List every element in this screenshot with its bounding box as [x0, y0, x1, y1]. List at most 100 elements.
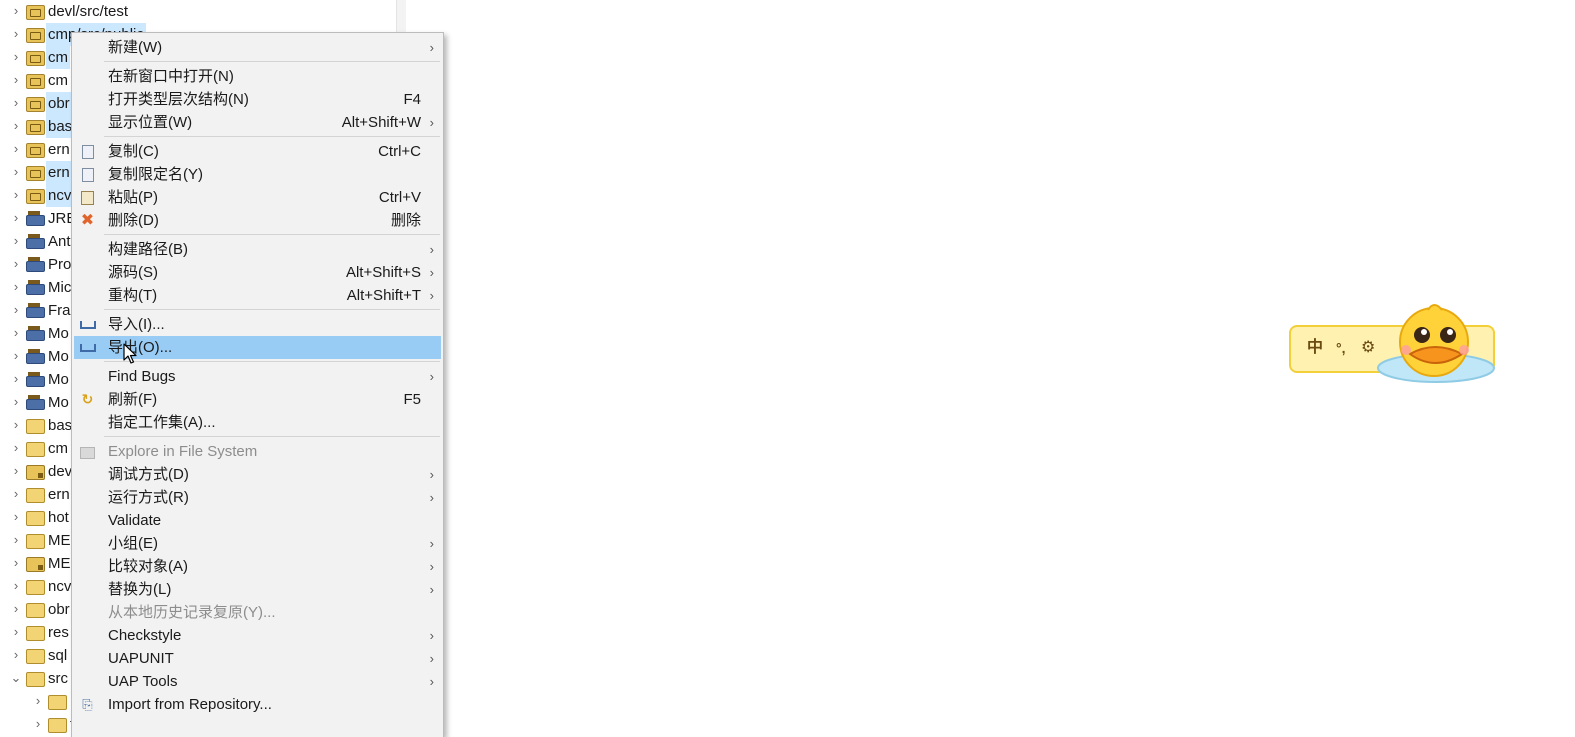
menu-item-label: 从本地历史记录复原(Y)... [108, 604, 276, 621]
tree-expand-icon[interactable]: › [10, 184, 22, 207]
tree-expand-icon[interactable]: › [10, 414, 22, 437]
menu-item-shortcut: F4 [403, 91, 421, 108]
menu-item-a[interactable]: 比较对象(A) › [74, 555, 441, 578]
menu-item-i[interactable]: 导入(I)... [74, 313, 441, 336]
tree-expand-icon[interactable]: › [32, 690, 44, 713]
menu-item-import-from-repository[interactable]: ⎘ Import from Repository... [74, 693, 441, 716]
menu-item-validate[interactable]: Validate [74, 509, 441, 532]
tree-expand-icon[interactable]: › [10, 322, 22, 345]
tree-expand-icon[interactable]: › [10, 391, 22, 414]
package-folder-icon [26, 465, 45, 480]
menu-item-checkstyle[interactable]: Checkstyle › [74, 624, 441, 647]
tree-item-label: Ant [48, 233, 71, 250]
tree-collapse-icon[interactable]: ⌄ [10, 667, 22, 690]
tree-expand-icon[interactable]: › [10, 161, 22, 184]
tree-expand-icon[interactable]: › [10, 138, 22, 161]
folder-icon [26, 626, 45, 641]
menu-item-p[interactable]: 粘贴(P) Ctrl+V [74, 186, 441, 209]
tree-expand-icon[interactable]: › [10, 230, 22, 253]
menu-item-label: 打开类型层次结构(N) [108, 91, 249, 108]
copy-icon [79, 166, 94, 182]
menu-item-label: 刷新(F) [108, 391, 158, 408]
tree-expand-icon[interactable]: › [10, 0, 22, 23]
ime-settings-icon[interactable]: ⚙ [1361, 337, 1375, 359]
tree-expand-icon[interactable]: › [10, 115, 22, 138]
menu-item-label: 复制(C) [108, 143, 159, 160]
tree-item-label: Mic [48, 279, 72, 296]
tree-expand-icon[interactable]: › [10, 575, 22, 598]
menu-item-r[interactable]: 运行方式(R) › [74, 486, 441, 509]
source-folder-icon [26, 97, 45, 112]
menu-item-n[interactable]: 在新窗口中打开(N) [74, 65, 441, 88]
menu-item-label: 新建(W) [108, 39, 163, 56]
tree-expand-icon[interactable]: › [10, 23, 22, 46]
submenu-arrow-icon: › [429, 265, 434, 280]
tree-item-label: Mo [48, 394, 69, 411]
ime-punctuation-toggle[interactable]: °, [1336, 337, 1346, 359]
ime-duck-mascot-icon[interactable] [1376, 302, 1498, 388]
menu-item-w[interactable]: 显示位置(W) Alt+Shift+W › [74, 111, 441, 134]
tree-item[interactable]: › devl/src/test [0, 0, 396, 23]
tree-expand-icon[interactable]: › [10, 552, 22, 575]
tree-expand-icon[interactable]: › [10, 276, 22, 299]
menu-item-w[interactable]: 新建(W) › [74, 36, 441, 59]
tree-item-label: dev [48, 463, 73, 480]
submenu-arrow-icon: › [429, 628, 434, 643]
tree-item-label: sql [48, 647, 68, 664]
library-icon [26, 372, 45, 387]
menu-item-c[interactable]: 复制(C) Ctrl+C [74, 140, 441, 163]
menu-item-f[interactable]: ↻ 刷新(F) F5 [74, 388, 441, 411]
tree-expand-icon[interactable]: › [10, 506, 22, 529]
menu-item-uapunit[interactable]: UAPUNIT › [74, 647, 441, 670]
tree-expand-icon[interactable]: › [10, 207, 22, 230]
menu-separator [104, 309, 440, 310]
tree-expand-icon[interactable]: › [10, 368, 22, 391]
tree-expand-icon[interactable]: › [10, 460, 22, 483]
context-menu: 新建(W) › 在新窗口中打开(N) 打开类型层次结构(N) F4 显示位置(W) Alt+… [71, 32, 444, 737]
source-folder-icon [26, 166, 45, 181]
submenu-arrow-icon: › [429, 467, 434, 482]
menu-item-label: 删除(D) [108, 212, 159, 229]
tree-expand-icon[interactable]: › [10, 437, 22, 460]
tree-expand-icon[interactable]: › [10, 644, 22, 667]
folder-icon [26, 534, 45, 549]
menu-item-shortcut: Ctrl+C [378, 143, 421, 160]
folder-icon [48, 718, 67, 733]
tree-expand-icon[interactable]: › [10, 92, 22, 115]
submenu-arrow-icon: › [429, 536, 434, 551]
menu-item-find-bugs[interactable]: Find Bugs › [74, 365, 441, 388]
menu-item-y[interactable]: 复制限定名(Y) [74, 163, 441, 186]
menu-item-d[interactable]: ✖ 删除(D) 删除 [74, 209, 441, 232]
tree-expand-icon[interactable]: › [10, 598, 22, 621]
menu-item-l[interactable]: 替换为(L) › [74, 578, 441, 601]
menu-item-s[interactable]: 源码(S) Alt+Shift+S › [74, 261, 441, 284]
mouse-cursor-icon [123, 343, 137, 364]
ime-mode-toggle[interactable]: 中 [1307, 337, 1323, 359]
library-icon [26, 349, 45, 364]
tree-expand-icon[interactable]: › [10, 483, 22, 506]
source-folder-icon [26, 143, 45, 158]
tree-expand-icon[interactable]: › [10, 46, 22, 69]
menu-item-t[interactable]: 重构(T) Alt+Shift+T › [74, 284, 441, 307]
tree-expand-icon[interactable]: › [10, 253, 22, 276]
menu-item-e[interactable]: 小组(E) › [74, 532, 441, 555]
menu-item-y: 从本地历史记录复原(Y)... [74, 601, 441, 624]
menu-item-n[interactable]: 打开类型层次结构(N) F4 [74, 88, 441, 111]
folder-icon [26, 419, 45, 434]
tree-item-label: Mo [48, 325, 69, 342]
menu-item-a[interactable]: 指定工作集(A)... [74, 411, 441, 434]
menu-item-b[interactable]: 构建路径(B) › [74, 238, 441, 261]
menu-item-uap-tools[interactable]: UAP Tools › [74, 670, 441, 693]
tree-item-label: cm [46, 46, 70, 69]
tree-expand-icon[interactable]: › [10, 345, 22, 368]
folder-icon [26, 649, 45, 664]
source-folder-icon [26, 5, 45, 20]
tree-expand-icon[interactable]: › [10, 529, 22, 552]
library-icon [26, 326, 45, 341]
tree-expand-icon[interactable]: › [10, 299, 22, 322]
menu-item-d[interactable]: 调试方式(D) › [74, 463, 441, 486]
tree-item-label: ME [48, 532, 71, 549]
tree-expand-icon[interactable]: › [10, 69, 22, 92]
tree-expand-icon[interactable]: › [32, 713, 44, 736]
tree-expand-icon[interactable]: › [10, 621, 22, 644]
